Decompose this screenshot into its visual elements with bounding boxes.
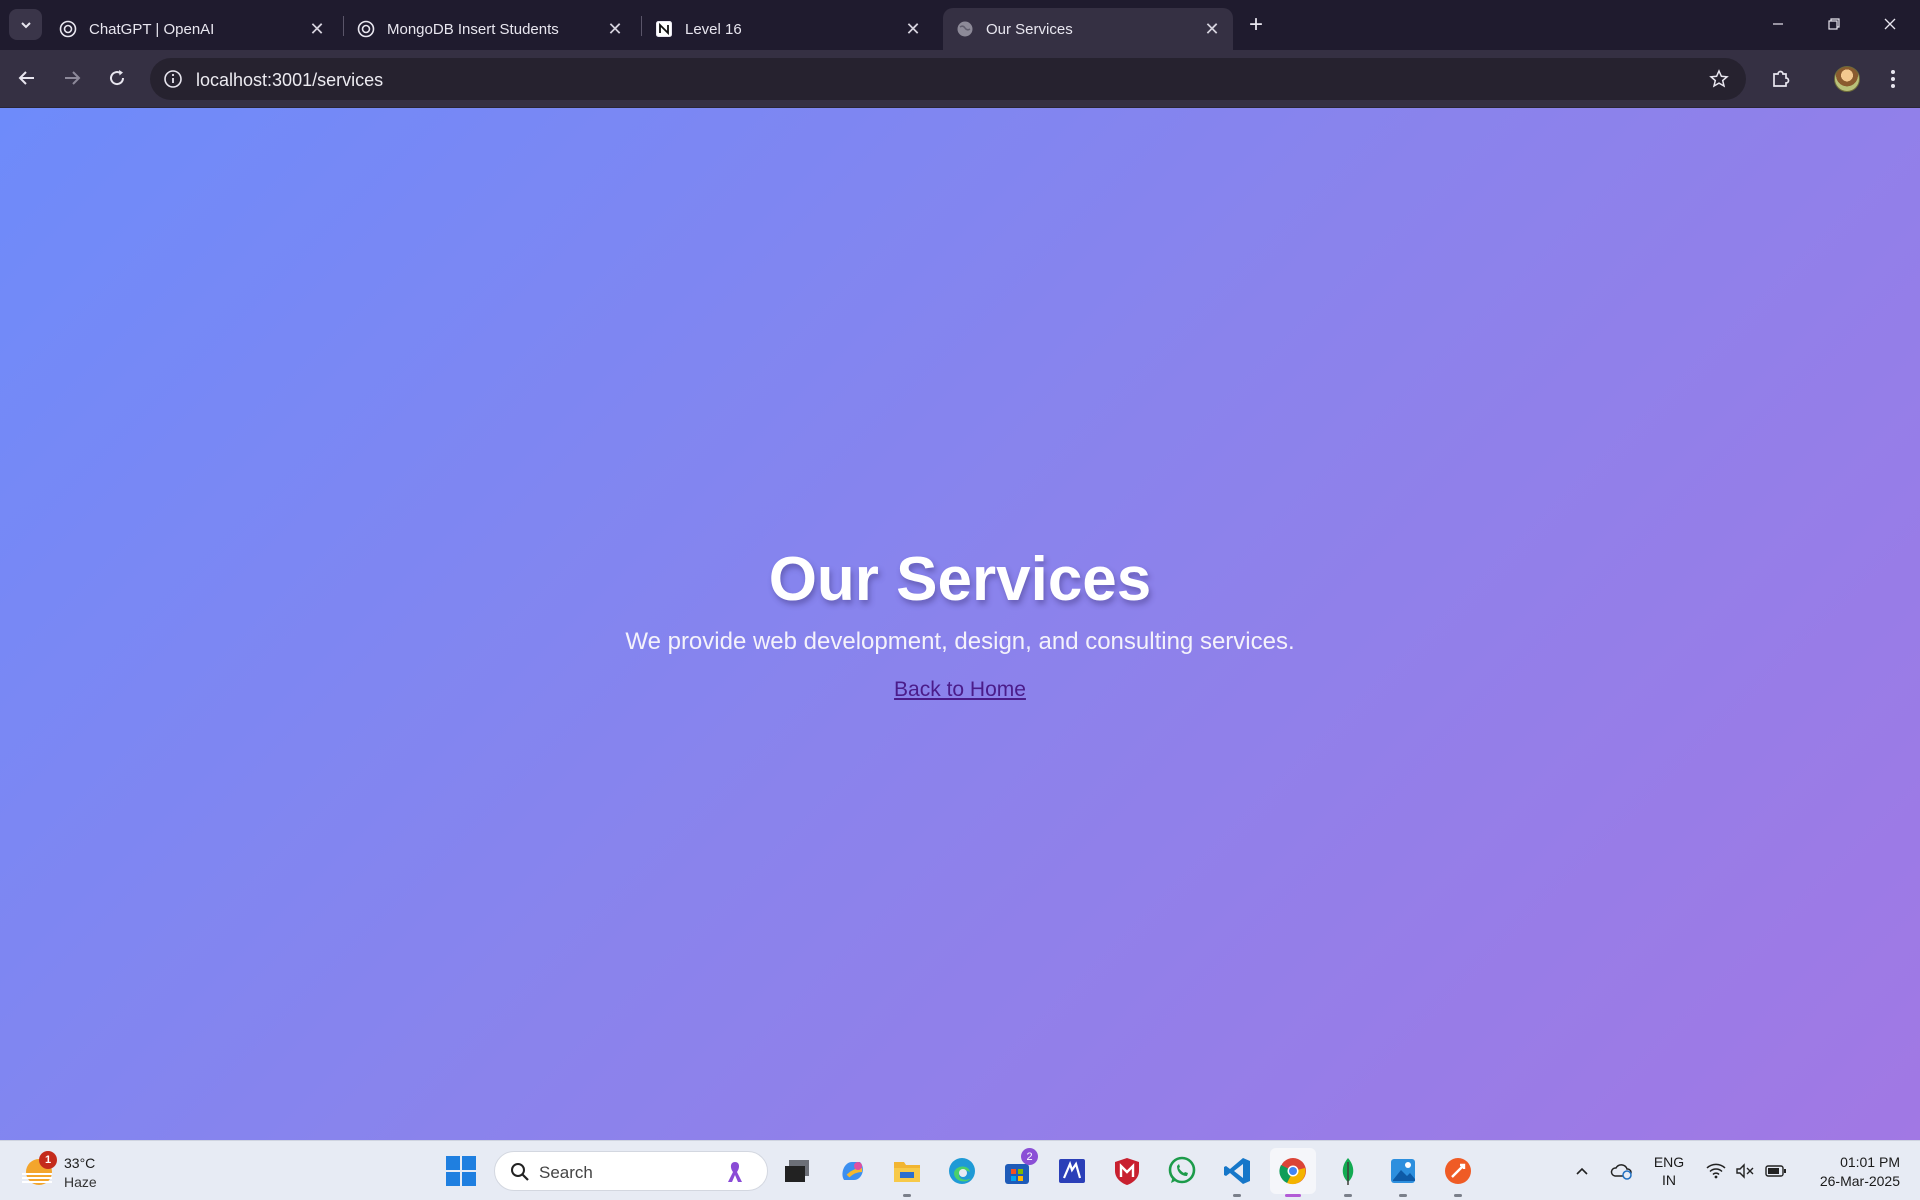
arrow-left-icon: [18, 71, 34, 85]
tab-label: MongoDB Insert Students: [387, 20, 559, 38]
extensions-button[interactable]: [1764, 62, 1798, 96]
clock-date: 26-Mar-2025: [1819, 1173, 1900, 1189]
tab-level-16[interactable]: Level 16 ✕: [642, 8, 934, 50]
vscode-icon[interactable]: [1220, 1154, 1254, 1197]
chevron-up-icon[interactable]: [1570, 1159, 1594, 1183]
tab-search-button[interactable]: [9, 9, 42, 40]
arrow-right-icon: [65, 71, 81, 85]
chrome-icon[interactable]: [1270, 1148, 1316, 1197]
back-button[interactable]: [10, 61, 44, 95]
haze-lines-icon: [22, 1173, 52, 1183]
onedrive-sync-icon[interactable]: [1610, 1159, 1634, 1183]
awareness-ribbon-icon: [725, 1160, 745, 1184]
tab-mongodb[interactable]: MongoDB Insert Students ✕: [344, 8, 636, 50]
chevron-down-icon: [20, 21, 31, 28]
ms-app-icon[interactable]: [1055, 1154, 1089, 1188]
tab-label: Level 16: [685, 20, 742, 38]
search-placeholder: Search: [539, 1163, 593, 1182]
page-viewport: Our Services We provide web development,…: [0, 108, 1920, 1140]
weather-widget[interactable]: 1 33°C Haze: [22, 1151, 142, 1193]
photos-icon[interactable]: [1386, 1154, 1420, 1197]
openai-icon: [357, 20, 375, 38]
close-window-button[interactable]: [1862, 0, 1918, 48]
store-badge: 2: [1021, 1148, 1038, 1165]
forward-button[interactable]: [55, 61, 89, 95]
address-bar[interactable]: localhost:3001/services: [150, 58, 1746, 100]
close-icon[interactable]: ✕: [902, 18, 924, 40]
close-icon[interactable]: ✕: [1201, 18, 1223, 40]
restore-icon: [1828, 18, 1840, 30]
volume-muted-icon[interactable]: [1733, 1159, 1757, 1183]
mongodb-compass-icon[interactable]: [1331, 1154, 1365, 1197]
search-icon: [509, 1161, 531, 1183]
file-explorer-icon[interactable]: [890, 1154, 924, 1197]
wifi-icon[interactable]: [1704, 1159, 1728, 1183]
more-vertical-icon: [1891, 70, 1895, 88]
profile-button[interactable]: [1830, 62, 1864, 96]
minimize-button[interactable]: [1750, 0, 1806, 48]
avatar: [1834, 66, 1860, 92]
clock-time: 01:01 PM: [1840, 1154, 1900, 1170]
browser-toolbar: localhost:3001/services: [0, 50, 1920, 108]
edge-browser-icon[interactable]: [945, 1154, 979, 1188]
microsoft-store-icon[interactable]: 2: [1000, 1148, 1038, 1188]
language-region: IN: [1662, 1172, 1676, 1188]
page-description: We provide web development, design, and …: [625, 628, 1295, 655]
language-code: ENG: [1653, 1154, 1685, 1170]
notification-badge: 1: [39, 1151, 57, 1169]
copilot-icon[interactable]: [836, 1154, 870, 1188]
postman-icon[interactable]: [1441, 1154, 1475, 1197]
system-clock[interactable]: 01:01 PM 26-Mar-2025: [1800, 1153, 1900, 1191]
bookmark-star-icon[interactable]: [1708, 68, 1730, 90]
close-icon[interactable]: ✕: [604, 18, 626, 40]
hero-section: Our Services We provide web development,…: [0, 108, 1920, 1140]
close-icon: [1884, 18, 1896, 30]
globe-icon: [956, 20, 974, 38]
tab-label: Our Services: [986, 20, 1073, 38]
tab-chatgpt[interactable]: ChatGPT | OpenAI ✕: [46, 8, 338, 50]
reload-button[interactable]: [100, 61, 134, 95]
tab-label: ChatGPT | OpenAI: [89, 20, 215, 38]
language-indicator[interactable]: ENG IN: [1646, 1153, 1692, 1189]
whatsapp-icon[interactable]: [1165, 1154, 1199, 1188]
task-view-icon[interactable]: [780, 1154, 814, 1188]
browser-menu-button[interactable]: [1876, 62, 1910, 96]
site-info-icon[interactable]: [162, 68, 184, 90]
mcafee-icon[interactable]: [1110, 1154, 1144, 1188]
notion-icon: [655, 20, 673, 38]
restore-button[interactable]: [1806, 0, 1862, 48]
windows-taskbar: 1 33°C Haze Search 2 ENG IN 01:01 PM 26-…: [0, 1140, 1920, 1200]
openai-icon: [59, 20, 77, 38]
new-tab-button[interactable]: +: [1242, 11, 1270, 39]
taskbar-search[interactable]: Search: [494, 1151, 768, 1191]
puzzle-piece-icon: [1773, 70, 1790, 87]
tab-our-services[interactable]: Our Services ✕: [943, 8, 1233, 50]
battery-icon[interactable]: [1764, 1159, 1788, 1183]
weather-temperature: 33°C: [64, 1155, 96, 1171]
close-icon[interactable]: ✕: [306, 18, 328, 40]
weather-condition: Haze: [64, 1174, 97, 1190]
page-title: Our Services: [768, 545, 1152, 614]
browser-tab-strip: ChatGPT | OpenAI ✕ MongoDB Insert Studen…: [0, 0, 1920, 50]
minimize-icon: [1773, 23, 1783, 25]
back-to-home-link[interactable]: Back to Home: [0, 678, 1920, 702]
url-text[interactable]: localhost:3001/services: [196, 70, 383, 91]
windows-start-icon[interactable]: [446, 1156, 476, 1186]
reload-icon: [110, 70, 125, 86]
